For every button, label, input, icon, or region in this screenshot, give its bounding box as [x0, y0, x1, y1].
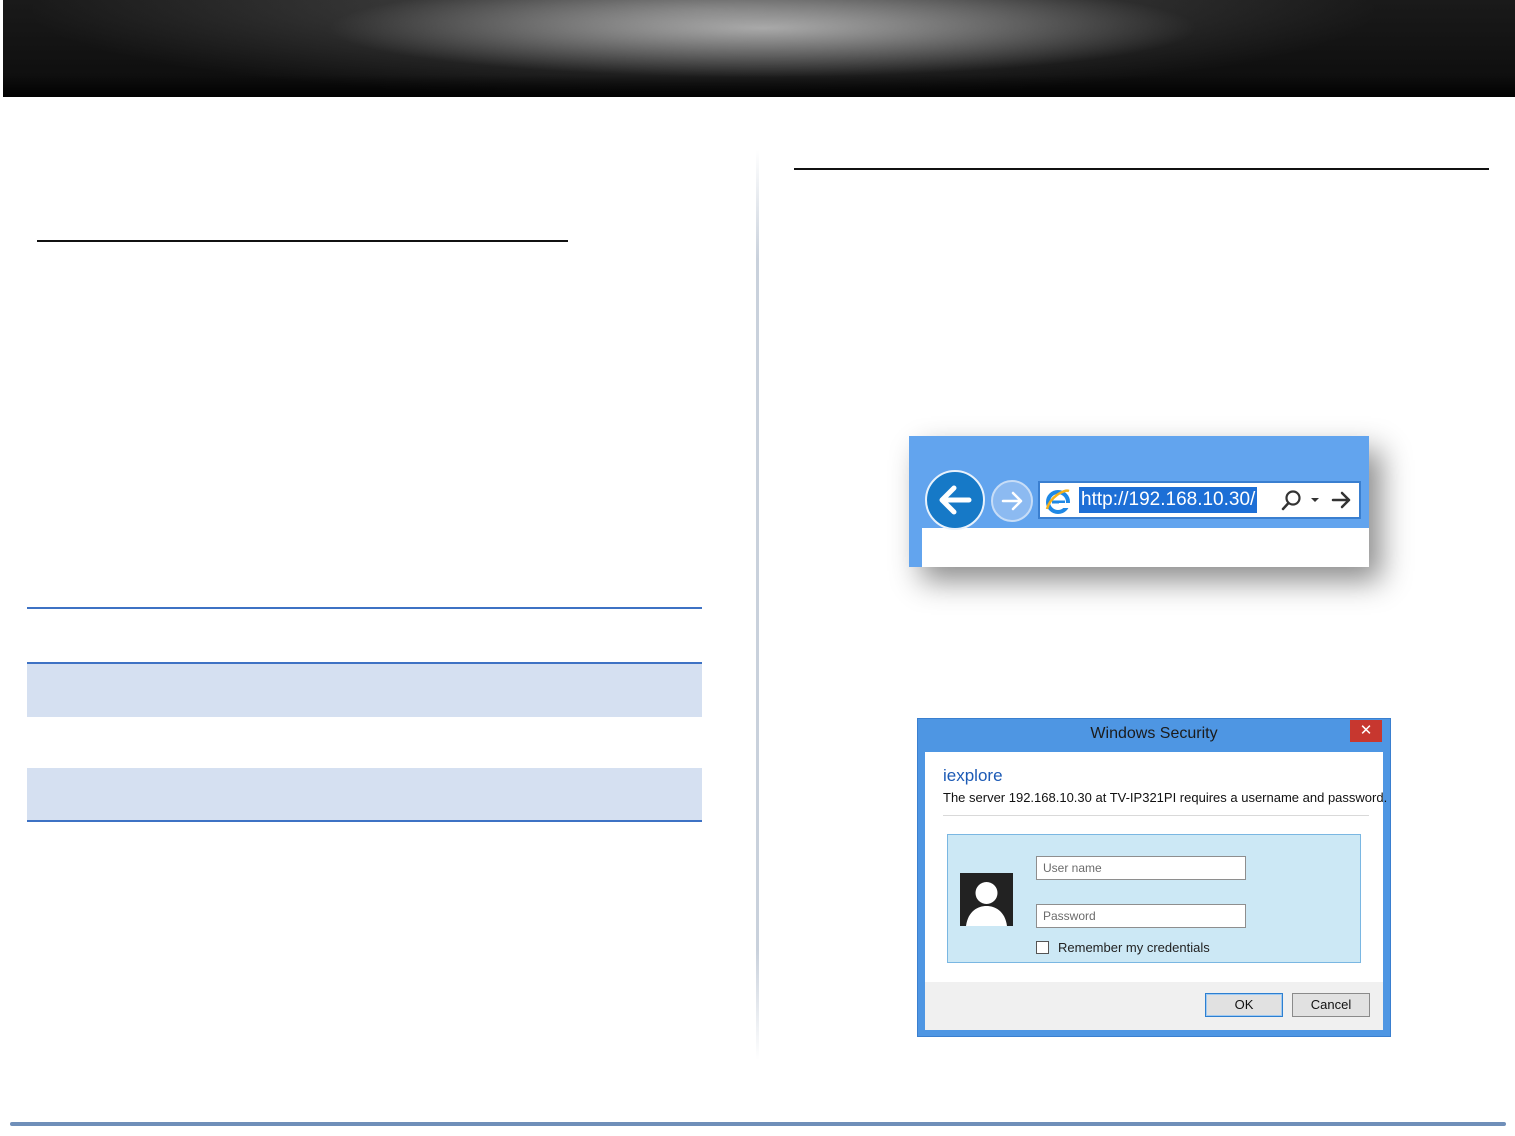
dialog-body: iexplore The server 192.168.10.30 at TV-… — [925, 752, 1387, 1030]
address-bar[interactable]: http://192.168.10.30/ — [1038, 481, 1361, 519]
close-button[interactable]: ✕ — [1350, 720, 1382, 742]
user-avatar-icon — [960, 873, 1013, 926]
windows-security-dialog: Windows Security ✕ iexplore The server 1… — [917, 718, 1391, 1037]
dialog-app-name: iexplore — [943, 766, 1003, 785]
back-button[interactable] — [925, 470, 985, 530]
header-banner — [3, 0, 1515, 97]
table-bottom-rule — [27, 820, 702, 822]
url-text[interactable]: http://192.168.10.30/ — [1079, 487, 1258, 513]
remember-credentials-label: Remember my credentials — [1058, 940, 1210, 955]
forward-arrow-icon — [1001, 491, 1023, 511]
close-icon: ✕ — [1359, 722, 1373, 739]
table-row-shaded-2 — [27, 768, 702, 821]
section-heading-rule-left — [37, 240, 568, 242]
table-header-rule — [27, 662, 702, 664]
chevron-down-icon[interactable] — [1311, 498, 1319, 502]
internet-explorer-icon — [1045, 489, 1071, 514]
table-top-rule — [27, 607, 702, 609]
username-input[interactable] — [1036, 856, 1246, 880]
remember-credentials-checkbox[interactable] — [1036, 941, 1049, 954]
ok-button[interactable]: OK — [1205, 993, 1283, 1017]
cancel-button[interactable]: Cancel — [1292, 993, 1370, 1017]
dialog-footer: OK Cancel — [925, 982, 1383, 1030]
dialog-message: The server 192.168.10.30 at TV-IP321PI r… — [943, 790, 1388, 805]
credentials-panel: Remember my credentials — [947, 834, 1361, 963]
forward-button[interactable] — [991, 480, 1033, 522]
browser-address-bar-screenshot: http://192.168.10.30/ — [909, 436, 1369, 567]
footer-rule — [10, 1122, 1506, 1126]
table-row-shaded-1 — [27, 663, 702, 717]
search-icon[interactable] — [1281, 490, 1301, 511]
column-divider — [756, 150, 759, 1060]
browser-page-area — [922, 528, 1369, 567]
go-arrow-icon[interactable] — [1331, 491, 1351, 509]
address-bar-actions — [1281, 490, 1351, 511]
dialog-title: Windows Security — [1090, 725, 1218, 742]
back-arrow-icon — [939, 485, 972, 515]
dialog-separator — [943, 815, 1369, 816]
section-heading-rule-right — [794, 168, 1489, 170]
password-input[interactable] — [1036, 904, 1246, 928]
